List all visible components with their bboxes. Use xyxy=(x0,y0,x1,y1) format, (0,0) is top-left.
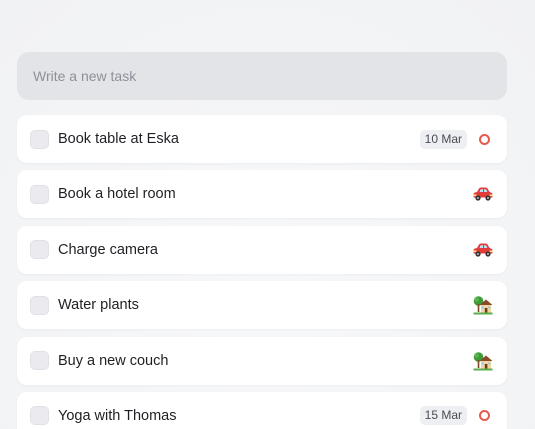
task-item[interactable]: Yoga with Thomas 15 Mar xyxy=(17,391,507,429)
task-item[interactable]: Book table at Eska 10 Mar xyxy=(17,115,507,163)
red-ring-icon xyxy=(479,133,490,145)
car-icon xyxy=(473,187,493,201)
house-with-garden-icon xyxy=(473,296,493,315)
car-icon xyxy=(473,243,493,257)
task-label: Yoga with Thomas xyxy=(58,407,177,424)
due-date-badge: 15 Mar xyxy=(419,406,467,426)
red-ring-icon xyxy=(479,410,490,422)
task-label: Buy a new couch xyxy=(58,352,169,369)
task-checkbox[interactable] xyxy=(30,129,49,149)
task-checkbox[interactable] xyxy=(30,295,49,315)
task-checkbox[interactable] xyxy=(30,406,49,426)
task-item[interactable]: Charge camera xyxy=(17,225,507,274)
task-item[interactable]: Water plants xyxy=(17,281,507,330)
task-item[interactable]: Book a hotel room xyxy=(17,170,507,219)
task-checkbox[interactable] xyxy=(30,351,49,371)
task-checkbox[interactable] xyxy=(30,184,49,204)
task-checkbox[interactable] xyxy=(30,240,49,260)
task-label: Book a hotel room xyxy=(58,186,176,203)
task-label: Charge camera xyxy=(58,241,158,258)
due-date-badge: 10 Mar xyxy=(419,129,467,149)
task-item[interactable]: Buy a new couch xyxy=(17,336,507,385)
todo-app: Book table at Eska 10 Mar Book a hotel r… xyxy=(0,0,535,429)
new-task-input[interactable] xyxy=(17,52,507,100)
house-with-garden-icon xyxy=(473,351,493,371)
task-label: Book table at Eska xyxy=(58,131,179,147)
task-list: Book table at Eska 10 Mar Book a hotel r… xyxy=(17,115,507,429)
task-label: Water plants xyxy=(58,297,139,314)
